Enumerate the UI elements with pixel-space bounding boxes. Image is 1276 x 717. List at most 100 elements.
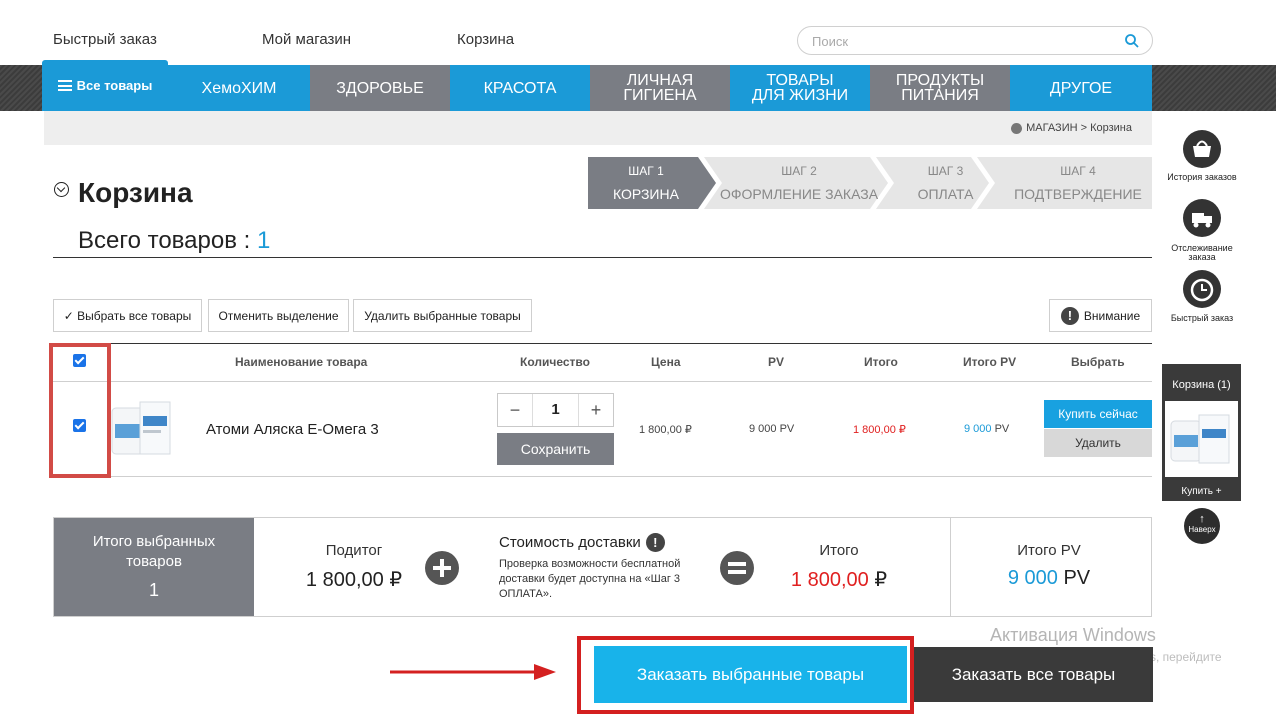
chevron-circle-icon [54, 182, 69, 197]
save-quantity-button[interactable]: Сохранить [497, 433, 614, 465]
nav-tab-hemohim[interactable]: ХемоХИМ [168, 65, 310, 111]
step-4-label: ПОДТВЕРЖДЕНИЕ [1014, 186, 1142, 202]
step-3-label: ОПЛАТА [917, 186, 974, 202]
breadcrumb: МАГАЗИН > Корзина [1011, 122, 1132, 134]
step-3-num: ШАГ 3 [927, 164, 964, 178]
search-input[interactable] [812, 32, 1112, 50]
table-bottom-line [53, 476, 1152, 477]
arrow-icon [390, 664, 556, 680]
qty-input[interactable]: 1 [532, 394, 579, 426]
quick-order-icon[interactable] [1183, 270, 1221, 308]
home-icon[interactable] [1011, 122, 1023, 134]
order-summary: Итого выбранных товаров 1 Подитог 1 800,… [53, 517, 1152, 617]
order-tracking-link[interactable]: Отслеживание заказа [1160, 244, 1244, 262]
subtotal-value: 1 800,00 ₽ [305, 569, 403, 591]
nav-tab-beauty[interactable]: КРАСОТА [450, 65, 590, 111]
select-all-button[interactable]: ✓ Выбрать все товары [53, 299, 202, 332]
attention-button[interactable]: ! Внимание [1049, 299, 1152, 332]
order-button-highlight [577, 636, 914, 714]
product-image[interactable] [108, 398, 178, 460]
nav-all-products[interactable]: Все товары [42, 60, 168, 111]
buy-plus-link[interactable]: Купить + [1162, 486, 1241, 497]
pv-total-block: Итого PV 9 000 PV [979, 542, 1119, 590]
th-price: Цена [651, 355, 681, 369]
buy-now-button[interactable]: Купить сейчас [1044, 400, 1152, 428]
row-total: 1 800,00 ₽ [853, 424, 906, 436]
delete-button[interactable]: Удалить [1044, 429, 1152, 457]
delivery-block: Стоимость доставки! Проверка возможности… [499, 533, 709, 602]
th-pv: PV [768, 355, 785, 369]
info-icon[interactable]: ! [645, 533, 665, 552]
th-name: Наименование товара [235, 355, 368, 369]
nav-tab-other[interactable]: ДРУГОЕ [1010, 65, 1152, 111]
back-to-top-button[interactable]: ↑ Наверх [1184, 508, 1220, 544]
quantity-stepper: − 1 + [497, 393, 614, 427]
th-total: Итого [864, 355, 898, 369]
order-tracking-icon[interactable] [1183, 199, 1221, 237]
row-pv: 9 000 PV [749, 423, 795, 435]
product-name[interactable]: Атоми Аляска Е-Омега 3 [206, 421, 379, 438]
qty-plus-button[interactable]: + [579, 400, 613, 421]
step-1-label: КОРЗИНА [613, 186, 679, 202]
order-all-button[interactable]: Заказать все товары [914, 647, 1153, 702]
th-qty: Количество [520, 355, 590, 369]
arrow-up-icon: ↑ [1199, 513, 1205, 525]
quick-order-link[interactable]: Быстрый заказ [1163, 314, 1241, 323]
grand-total: 1 800,00 ₽ [769, 567, 909, 592]
back-to-top-label: Наверх [1188, 525, 1216, 534]
order-history-icon[interactable] [1183, 130, 1221, 168]
warning-icon: ! [1060, 306, 1079, 325]
delivery-note: Проверка возможности бесплатной доставки… [499, 558, 681, 600]
pv-total: 9 000 PV [979, 567, 1119, 590]
total-items: Всего товаров : 1 [78, 227, 270, 255]
menu-icon [57, 80, 72, 91]
step-3: ШАГ 3 ОПЛАТА [898, 164, 993, 202]
page-title: Корзина [78, 177, 193, 208]
delivery-title: Стоимость доставки! [499, 533, 709, 552]
grand-total-value: 1 800,00 [790, 569, 869, 591]
step-1-num: ШАГ 1 [628, 164, 664, 178]
row-total-pv-value: 9 000 [964, 423, 992, 435]
deselect-button[interactable]: Отменить выделение [208, 299, 349, 332]
breadcrumb-text[interactable]: МАГАЗИН > Корзина [1026, 122, 1132, 134]
mini-cart-title[interactable]: Корзина (1) [1162, 379, 1241, 391]
pv-total-unit: PV [1057, 567, 1091, 589]
qty-minus-button[interactable]: − [498, 400, 532, 421]
attention-label: Внимание [1083, 308, 1141, 323]
mini-cart: Корзина (1) Купить + [1162, 364, 1241, 501]
title-divider [53, 257, 1152, 258]
th-select: Выбрать [1071, 355, 1125, 369]
search-icon[interactable] [1124, 33, 1140, 49]
step-2-label: ОФОРМЛЕНИЕ ЗАКАЗА [719, 186, 879, 202]
total-items-count: 1 [256, 227, 271, 254]
delete-selected-button[interactable]: Удалить выбранные товары [353, 299, 532, 332]
table-top-line [53, 343, 1152, 344]
table-head-line [53, 381, 1152, 382]
selected-count: 1 [148, 580, 159, 600]
grand-total-currency: ₽ [868, 569, 888, 591]
grand-total-block: Итого 1 800,00 ₽ [769, 542, 909, 592]
th-total-pv: Итого PV [963, 355, 1017, 369]
step-2-num: ШАГ 2 [781, 164, 817, 178]
top-link-cart[interactable]: Корзина [457, 31, 514, 48]
delivery-label: Стоимость доставки [499, 534, 641, 551]
selected-label: Итого выбранных товаров [92, 533, 216, 570]
selected-summary: Итого выбранных товаров 1 [54, 518, 254, 616]
pv-total-label: Итого PV [1017, 542, 1081, 559]
row-total-pv: 9 000 PV [964, 423, 1009, 435]
nav-tab-food[interactable]: ПРОДУКТЫ ПИТАНИЯ [870, 65, 1010, 111]
step-2: ШАГ 2 ОФОРМЛЕНИЕ ЗАКАЗА [714, 164, 884, 202]
nav-tab-living[interactable]: ТОВАРЫ ДЛЯ ЖИЗНИ [730, 65, 870, 111]
top-link-my-shop[interactable]: Мой магазин [262, 31, 351, 48]
checkbox-highlight [49, 343, 111, 478]
mini-cart-product-image [1170, 414, 1230, 464]
plus-icon [425, 551, 459, 585]
step-1: ШАГ 1 КОРЗИНА [588, 164, 704, 202]
nav-tab-hygiene[interactable]: ЛИЧНАЯ ГИГИЕНА [590, 65, 730, 111]
pv-total-value: 9 000 [1007, 567, 1058, 589]
nav-tab-health[interactable]: ЗДОРОВЬЕ [310, 65, 450, 111]
mini-cart-item[interactable] [1165, 401, 1238, 477]
top-link-quick-order[interactable]: Быстрый заказ [53, 31, 157, 48]
equals-icon [720, 551, 754, 585]
order-history-link[interactable]: История заказов [1163, 173, 1241, 182]
